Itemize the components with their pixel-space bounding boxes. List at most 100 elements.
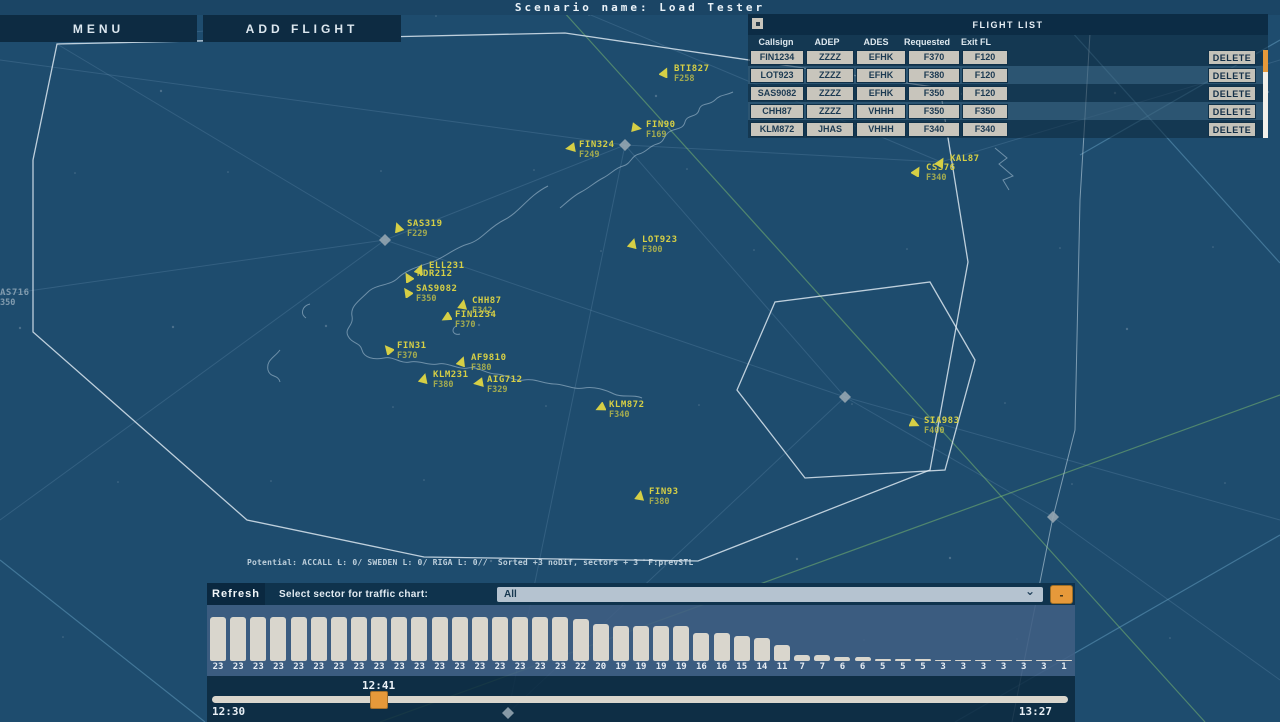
traffic-bar-rect: [754, 638, 770, 661]
flight-list-column-headers: Callsign ADEP ADES Requested Exit FL: [748, 35, 1268, 48]
traffic-bar: 23: [409, 605, 429, 674]
traffic-bar: 23: [450, 605, 470, 674]
collapse-dot-icon: [756, 22, 760, 26]
flight-list-scrollbar[interactable]: [1263, 50, 1268, 138]
traffic-bar: 23: [268, 605, 288, 674]
flight-cell-callsign[interactable]: KLM872: [750, 122, 804, 137]
flight-cell-callsign[interactable]: CHH87: [750, 104, 804, 119]
traffic-bar-rect: [613, 626, 629, 661]
flight-cell-callsign[interactable]: SAS9082: [750, 86, 804, 101]
flight-cell-ades[interactable]: VHHH: [856, 122, 906, 137]
traffic-bar: 19: [651, 605, 671, 674]
flight-cell-adep[interactable]: JHAS: [806, 122, 854, 137]
traffic-bar-rect: [291, 617, 307, 661]
traffic-bar-value: 23: [454, 662, 465, 674]
title-bar: Scenario name: Load Tester: [0, 0, 1280, 15]
flight-list-scrollbar-thumb[interactable]: [1263, 50, 1268, 72]
traffic-bar: 11: [772, 605, 792, 674]
traffic-bar-rect: [351, 617, 367, 661]
flight-cell-adep[interactable]: ZZZZ: [806, 50, 854, 65]
traffic-bar: 6: [832, 605, 852, 674]
traffic-chart: 2323232323232323232323232323232323232220…: [207, 605, 1075, 676]
traffic-bar-value: 23: [515, 662, 526, 674]
traffic-bar-value: 3: [1021, 662, 1026, 674]
delete-flight-button[interactable]: DELETE: [1208, 68, 1256, 83]
traffic-bar-value: 19: [636, 662, 647, 674]
traffic-bar-rect: [774, 645, 790, 661]
traffic-bar: 19: [631, 605, 651, 674]
traffic-bar-rect: [834, 657, 850, 661]
status-text: Potential: ACCALL L: 0/ SWEDEN L: 0/ RIG…: [247, 558, 693, 567]
timeline-slider[interactable]: [212, 696, 1068, 703]
flight-cell-exit-fl[interactable]: F120: [962, 50, 1008, 65]
flight-list-header: FLIGHT LIST: [748, 14, 1268, 35]
timeline-slider-handle[interactable]: [370, 691, 388, 709]
traffic-bar: 3: [953, 605, 973, 674]
traffic-bar-value: 3: [961, 662, 966, 674]
delete-flight-button[interactable]: DELETE: [1208, 104, 1256, 119]
add-flight-button[interactable]: ADD FLIGHT: [203, 15, 401, 42]
traffic-bar-rect: [230, 617, 246, 661]
flight-cell-exit-fl[interactable]: F120: [962, 86, 1008, 101]
traffic-bar-value: 23: [253, 662, 264, 674]
flight-cell-adep[interactable]: ZZZZ: [806, 86, 854, 101]
flight-cell-requested[interactable]: F350: [908, 86, 960, 101]
flight-cell-requested[interactable]: F350: [908, 104, 960, 119]
traffic-bar-rect: [552, 617, 568, 661]
refresh-button[interactable]: Refresh: [207, 583, 265, 605]
traffic-bar-rect: [311, 617, 327, 661]
flight-cell-ades[interactable]: EFHK: [856, 68, 906, 83]
flight-cell-adep[interactable]: ZZZZ: [806, 104, 854, 119]
traffic-bar-rect: [452, 617, 468, 661]
flight-cell-requested[interactable]: F370: [908, 50, 960, 65]
flight-cell-exit-fl[interactable]: F350: [962, 104, 1008, 119]
traffic-bar-value: 23: [414, 662, 425, 674]
traffic-bar-rect: [734, 636, 750, 661]
traffic-bar-rect: [895, 659, 911, 661]
traffic-bar-rect: [714, 633, 730, 661]
delete-flight-button[interactable]: DELETE: [1208, 122, 1256, 137]
traffic-bar-rect: [512, 617, 528, 661]
flight-list-collapse-button[interactable]: [752, 18, 763, 29]
traffic-bar: 19: [671, 605, 691, 674]
traffic-bar-rect: [210, 617, 226, 661]
flight-cell-exit-fl[interactable]: F120: [962, 68, 1008, 83]
traffic-bar-value: 23: [354, 662, 365, 674]
traffic-bar: 5: [893, 605, 913, 674]
traffic-bar-rect: [593, 624, 609, 661]
flight-cell-ades[interactable]: VHHH: [856, 104, 906, 119]
minimize-panel-button[interactable]: -: [1050, 585, 1073, 604]
column-header-exit-fl: Exit FL: [954, 37, 998, 47]
traffic-bar-rect: [1056, 660, 1072, 661]
flight-cell-exit-fl[interactable]: F340: [962, 122, 1008, 137]
traffic-bar-rect: [673, 626, 689, 661]
traffic-bar: 23: [530, 605, 550, 674]
flight-cell-callsign[interactable]: FIN1234: [750, 50, 804, 65]
traffic-bar-value: 23: [434, 662, 445, 674]
flight-cell-callsign[interactable]: LOT923: [750, 68, 804, 83]
traffic-bar-value: 20: [595, 662, 606, 674]
traffic-bar-value: 3: [940, 662, 945, 674]
flight-cell-ades[interactable]: EFHK: [856, 86, 906, 101]
traffic-bar-value: 16: [716, 662, 727, 674]
flight-cell-requested[interactable]: F340: [908, 122, 960, 137]
sector-select-dropdown[interactable]: All ⌄: [497, 587, 1043, 602]
traffic-bar: 23: [510, 605, 530, 674]
column-header-adep: ADEP: [804, 37, 850, 47]
traffic-bar: 5: [913, 605, 933, 674]
traffic-bar: 3: [1034, 605, 1054, 674]
flight-cell-ades[interactable]: EFHK: [856, 50, 906, 65]
delete-flight-button[interactable]: DELETE: [1208, 86, 1256, 101]
traffic-bar: 19: [611, 605, 631, 674]
traffic-bar-rect: [472, 617, 488, 661]
menu-button[interactable]: MENU: [0, 15, 197, 42]
traffic-bar: 7: [792, 605, 812, 674]
traffic-bar-rect: [573, 619, 589, 661]
flight-cell-adep[interactable]: ZZZZ: [806, 68, 854, 83]
flight-cell-requested[interactable]: F380: [908, 68, 960, 83]
traffic-bar-value: 1: [1061, 662, 1066, 674]
delete-flight-button[interactable]: DELETE: [1208, 50, 1256, 65]
traffic-bar-value: 23: [535, 662, 546, 674]
traffic-bar-rect: [532, 617, 548, 661]
scenario-name: Scenario name: Load Tester: [515, 1, 765, 14]
